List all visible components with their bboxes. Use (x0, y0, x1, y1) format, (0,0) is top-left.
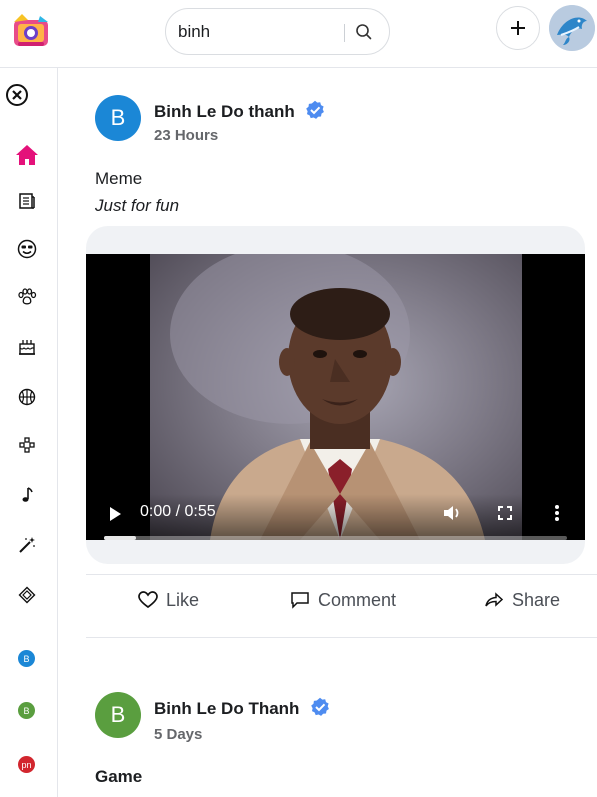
gamepad-icon (19, 437, 35, 453)
sidebar-item-home[interactable] (14, 142, 40, 168)
sidebar-item-music[interactable] (14, 482, 40, 508)
post-actions: Like Comment Share (86, 574, 597, 638)
author-avatar[interactable]: B (95, 692, 141, 738)
sidebar-badge-user-3[interactable]: pn (18, 756, 35, 773)
comment-icon (291, 592, 309, 609)
sidebar-item-pets[interactable] (14, 284, 40, 310)
video-seekbar[interactable] (104, 536, 567, 540)
app-logo[interactable] (10, 12, 52, 50)
comment-label: Comment (318, 589, 397, 610)
author-name[interactable]: Binh Le Do Thanh (154, 697, 330, 719)
post-card: B Binh Le Do thanh 23 Hours Meme Just fo… (86, 0, 597, 640)
basketball-icon (18, 388, 36, 406)
heart-icon (138, 591, 158, 609)
paw-icon (18, 288, 37, 305)
post-title: Game (95, 767, 143, 786)
smile-sunglasses-icon (17, 239, 37, 259)
close-sidebar-icon[interactable] (5, 83, 29, 107)
post-time: 5 Days (154, 726, 203, 743)
post-description: Just for fun (95, 196, 180, 215)
video-player[interactable]: 0:00 / 0:55 (86, 254, 585, 540)
magic-wand-icon (19, 537, 35, 553)
sidebar: B B pn (0, 68, 58, 797)
sidebar-item-sports[interactable] (14, 384, 40, 410)
post-title: Meme (95, 169, 143, 188)
like-label: Like (166, 589, 200, 610)
sidebar-item-fun[interactable] (14, 236, 40, 262)
more-options-icon[interactable] (552, 503, 562, 523)
author-avatar[interactable]: B (95, 95, 141, 141)
video-controls: 0:00 / 0:55 (86, 494, 585, 540)
video-seekbar-progress (104, 536, 137, 540)
video-container: 0:00 / 0:55 (86, 226, 585, 564)
cube-icon (18, 586, 36, 604)
cake-icon (19, 340, 35, 355)
post-card: B Binh Le Do Thanh 5 Days Game (86, 640, 597, 797)
sidebar-badge-user-2[interactable]: B (18, 702, 35, 719)
sidebar-item-news[interactable] (14, 188, 40, 214)
share-label: Share (512, 589, 561, 610)
fullscreen-icon[interactable] (496, 504, 514, 522)
play-icon[interactable] (106, 504, 124, 524)
sidebar-item-games[interactable] (14, 432, 40, 458)
like-button[interactable]: Like (138, 588, 199, 612)
sidebar-item-other[interactable] (14, 582, 40, 608)
author-name[interactable]: Binh Le Do thanh (154, 100, 325, 122)
home-icon (16, 145, 38, 165)
verified-badge-icon (311, 697, 330, 716)
share-button[interactable]: Share (484, 588, 560, 612)
sidebar-item-food[interactable] (14, 334, 40, 360)
sidebar-item-magic[interactable] (14, 532, 40, 558)
sidebar-badge-user-1[interactable]: B (18, 650, 35, 667)
video-time: 0:00 / 0:55 (140, 503, 216, 520)
post-time: 23 Hours (154, 127, 219, 144)
newspaper-icon (19, 193, 35, 209)
share-icon (485, 592, 504, 607)
comment-button[interactable]: Comment (290, 588, 396, 612)
volume-icon[interactable] (441, 502, 463, 524)
verified-badge-icon (306, 100, 325, 119)
music-note-icon (22, 487, 33, 502)
